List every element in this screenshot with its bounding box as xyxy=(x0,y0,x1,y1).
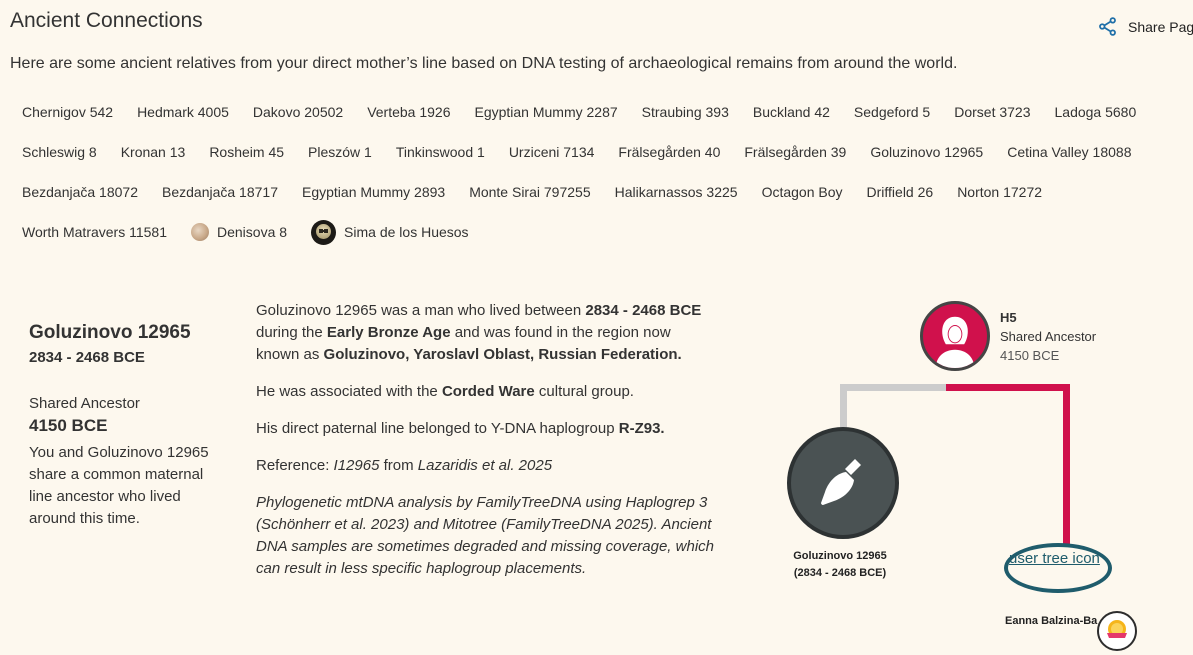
share-icon xyxy=(1099,17,1116,36)
ancient-name: Goluzinovo 12965 xyxy=(29,322,191,343)
tag-norton-17272[interactable]: Norton 17272 xyxy=(945,173,1054,211)
tree-line xyxy=(840,384,847,431)
badge-icon xyxy=(1097,611,1137,651)
shared-ancestor-year: 4150 BCE xyxy=(1000,348,1060,363)
tag-row: Worth Matravers 11581 Denisova 8 Sima de… xyxy=(10,212,1193,252)
tag-monte-sirai-797255[interactable]: Monte Sirai 797255 xyxy=(457,173,602,211)
reference-paragraph: Reference: I12965 from Lazaridis et al. … xyxy=(256,457,553,474)
tag-verteba-1926[interactable]: Verteba 1926 xyxy=(355,93,462,131)
tag-halikarnassos-3225[interactable]: Halikarnassos 3225 xyxy=(603,173,750,211)
trowel-icon xyxy=(821,459,861,505)
ancient-summary: Goluzinovo 12965 2834 - 2468 BCE Shared … xyxy=(29,322,229,530)
culture-paragraph: He was associated with the Corded Ware c… xyxy=(256,383,634,400)
share-page-button[interactable]: Share Pag xyxy=(1097,16,1193,37)
shared-ancestor-summary: You and Goluzinovo 12965 share a common … xyxy=(29,444,209,527)
shared-ancestor-label: Shared Ancestor xyxy=(1000,329,1097,344)
tag-dorset-3723[interactable]: Dorset 3723 xyxy=(942,93,1042,131)
tag-straubing-393[interactable]: Straubing 393 xyxy=(630,93,741,131)
tag-hedmark-4005[interactable]: Hedmark 4005 xyxy=(125,93,241,131)
user-tree-icon[interactable]: user tree icon xyxy=(1009,548,1103,569)
tag-pleszow-1[interactable]: Pleszów 1 xyxy=(296,133,384,171)
female-ancestor-icon xyxy=(920,301,990,371)
haplogroup-label: H5 xyxy=(1000,310,1017,325)
tag-fralsegarden-39[interactable]: Frälsegården 39 xyxy=(732,133,858,171)
tag-bezdanjaca-18717[interactable]: Bezdanjača 18717 xyxy=(150,173,290,211)
tag-urziceni-7134[interactable]: Urziceni 7134 xyxy=(497,133,607,171)
maternal-line xyxy=(1063,384,1070,550)
tag-denisova-8[interactable]: Denisova 8 xyxy=(179,213,299,251)
tag-kronan-13[interactable]: Kronan 13 xyxy=(109,133,198,171)
tag-row: Bezdanjača 18072 Bezdanjača 18717 Egypti… xyxy=(10,172,1193,212)
tag-sima-de-los-huesos[interactable]: Sima de los Huesos xyxy=(299,213,481,251)
tag-buckland-42[interactable]: Buckland 42 xyxy=(741,93,842,131)
detail-paragraph: Goluzinovo 12965 was a man who lived bet… xyxy=(256,302,702,363)
ancient-sample-label: Goluzinovo 12965 (2834 - 2468 BCE) xyxy=(793,550,887,579)
shared-ancestor-label: Shared Ancestor xyxy=(29,395,140,412)
ancient-dates: 2834 - 2468 BCE xyxy=(29,349,145,366)
tag-cetina-valley-18088[interactable]: Cetina Valley 18088 xyxy=(995,133,1143,171)
lineage-tree: H5 Shared Ancestor 4150 BCE Goluzinovo 1… xyxy=(780,295,1193,655)
shared-ancestor-year: 4150 BCE xyxy=(29,416,108,435)
tag-octagon-boy[interactable]: Octagon Boy xyxy=(750,173,855,211)
shared-ancestor-node: H5 Shared Ancestor 4150 BCE xyxy=(1000,308,1096,365)
tag-chernigov-542[interactable]: Chernigov 542 xyxy=(10,93,125,131)
analysis-note: Phylogenetic mtDNA analysis by FamilyTre… xyxy=(256,494,714,577)
tag-goluzinovo-12965[interactable]: Goluzinovo 12965 xyxy=(858,133,995,171)
ancient-connections-list: Chernigov 542 Hedmark 4005 Dakovo 20502 … xyxy=(10,92,1193,252)
tag-row: Schleswig 8 Kronan 13 Rosheim 45 Pleszów… xyxy=(10,132,1193,172)
tag-driffield-26[interactable]: Driffield 26 xyxy=(855,173,946,211)
tree-line xyxy=(840,384,946,391)
tag-worth-matravers-11581[interactable]: Worth Matravers 11581 xyxy=(10,213,179,251)
tag-bezdanjaca-18072[interactable]: Bezdanjača 18072 xyxy=(10,173,150,211)
tag-row: Chernigov 542 Hedmark 4005 Dakovo 20502 … xyxy=(10,92,1193,132)
tag-fralsegarden-40[interactable]: Frälsegården 40 xyxy=(606,133,732,171)
tag-schleswig-8[interactable]: Schleswig 8 xyxy=(10,133,109,171)
user-name: Eanna Balzina-Ba xyxy=(1005,615,1098,627)
tag-sedgeford-5[interactable]: Sedgeford 5 xyxy=(842,93,942,131)
skull-thumbnail xyxy=(311,219,337,245)
maternal-line xyxy=(946,384,1070,391)
denisova-thumbnail xyxy=(191,223,209,241)
ancient-sample-node[interactable] xyxy=(787,427,899,539)
share-label: Share Pag xyxy=(1128,18,1193,35)
tag-label: Sima de los Huesos xyxy=(344,224,469,240)
tag-egyptian-mummy-2893[interactable]: Egyptian Mummy 2893 xyxy=(290,173,457,211)
tag-dakovo-20502[interactable]: Dakovo 20502 xyxy=(241,93,355,131)
tag-label: Denisova 8 xyxy=(217,224,288,240)
ydna-paragraph: His direct paternal line belonged to Y-D… xyxy=(256,420,665,437)
tag-ladoga-5680[interactable]: Ladoga 5680 xyxy=(1043,93,1149,131)
tag-rosheim-45[interactable]: Rosheim 45 xyxy=(197,133,296,171)
page-title: Ancient Connections xyxy=(10,9,203,32)
intro-text: Here are some ancient relatives from you… xyxy=(10,55,958,72)
tag-egyptian-mummy-2287[interactable]: Egyptian Mummy 2287 xyxy=(462,93,629,131)
tag-tinkinswood-1[interactable]: Tinkinswood 1 xyxy=(384,133,497,171)
ancient-details: Goluzinovo 12965 was a man who lived bet… xyxy=(256,300,716,595)
